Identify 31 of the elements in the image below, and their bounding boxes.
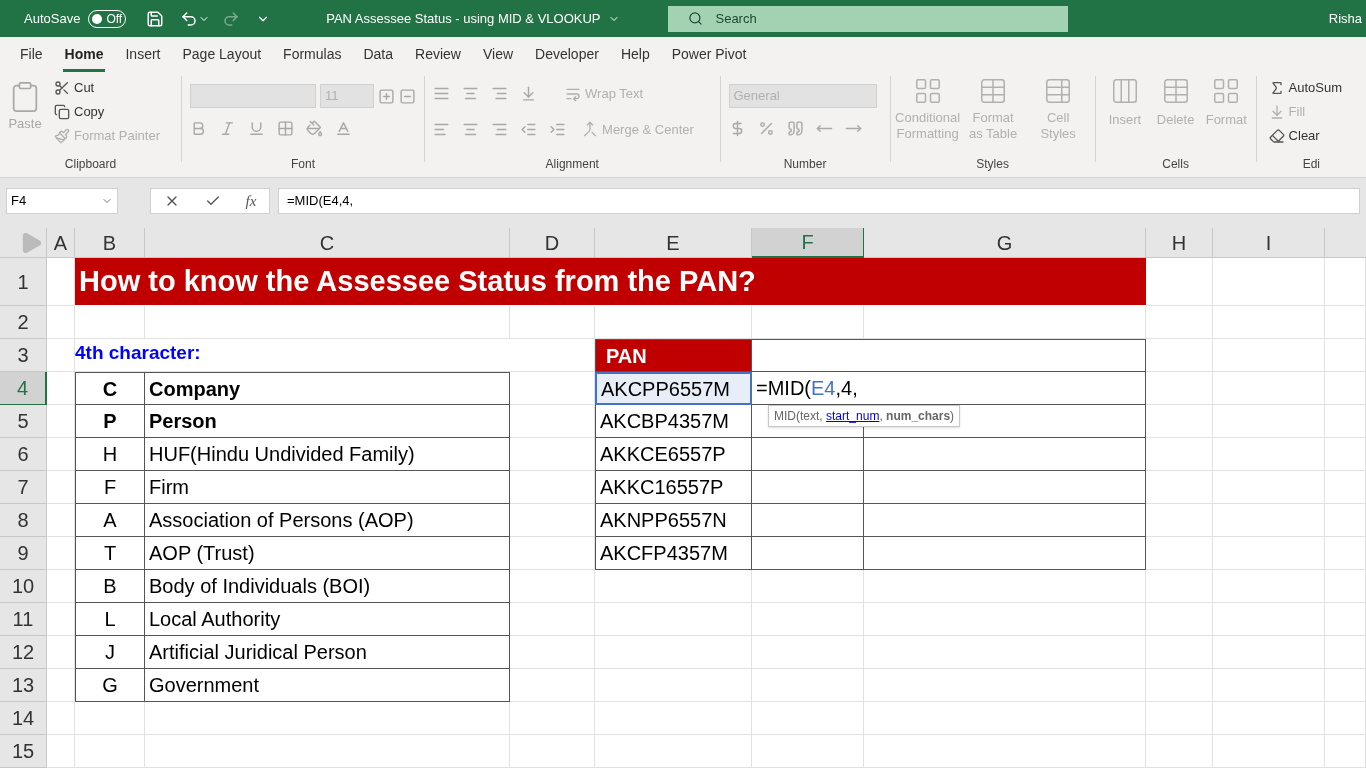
meaning-cell: Firm <box>145 471 510 504</box>
meaning-cell: Person <box>145 405 510 438</box>
group-label: Cells <box>1161 156 1190 173</box>
group-label: Clipboard <box>63 156 118 173</box>
code-cell: G <box>75 669 145 702</box>
code-cell: P <box>75 405 145 438</box>
group-label: Edi <box>1301 156 1321 173</box>
group-label: Font <box>290 156 317 173</box>
code-cell: L <box>75 603 145 636</box>
meaning-cell: Government <box>145 669 510 702</box>
function-tooltip: MID(text, start_num, num_chars) <box>768 405 961 427</box>
group-label: Number <box>782 156 828 173</box>
code-cell: C <box>75 372 145 405</box>
code-cell: T <box>75 537 145 570</box>
meaning-cell: Artificial Juridical Person <box>145 636 510 669</box>
code-cell: H <box>75 438 145 471</box>
meaning-cell: Association of Persons (AOP) <box>145 504 510 537</box>
autosave-label: AutoSave <box>24 9 81 28</box>
code-cell: J <box>75 636 145 669</box>
meaning-cell: Company <box>145 372 510 405</box>
code-cell: A <box>75 504 145 537</box>
meaning-cell: Body of Individuals (BOI) <box>145 570 510 603</box>
group-label: Alignment <box>544 156 600 173</box>
meaning-cell: AOP (Trust) <box>145 537 510 570</box>
meaning-cell: HUF(Hindu Undivided Family) <box>145 438 510 471</box>
code-cell: F <box>75 471 145 504</box>
code-cell: B <box>75 570 145 603</box>
group-label: Styles <box>975 156 1010 173</box>
title-banner: How to know the Assessee Status from the PAN? <box>75 258 1146 305</box>
table-header: PAN <box>595 339 752 372</box>
meaning-cell: Local Authority <box>145 603 510 636</box>
